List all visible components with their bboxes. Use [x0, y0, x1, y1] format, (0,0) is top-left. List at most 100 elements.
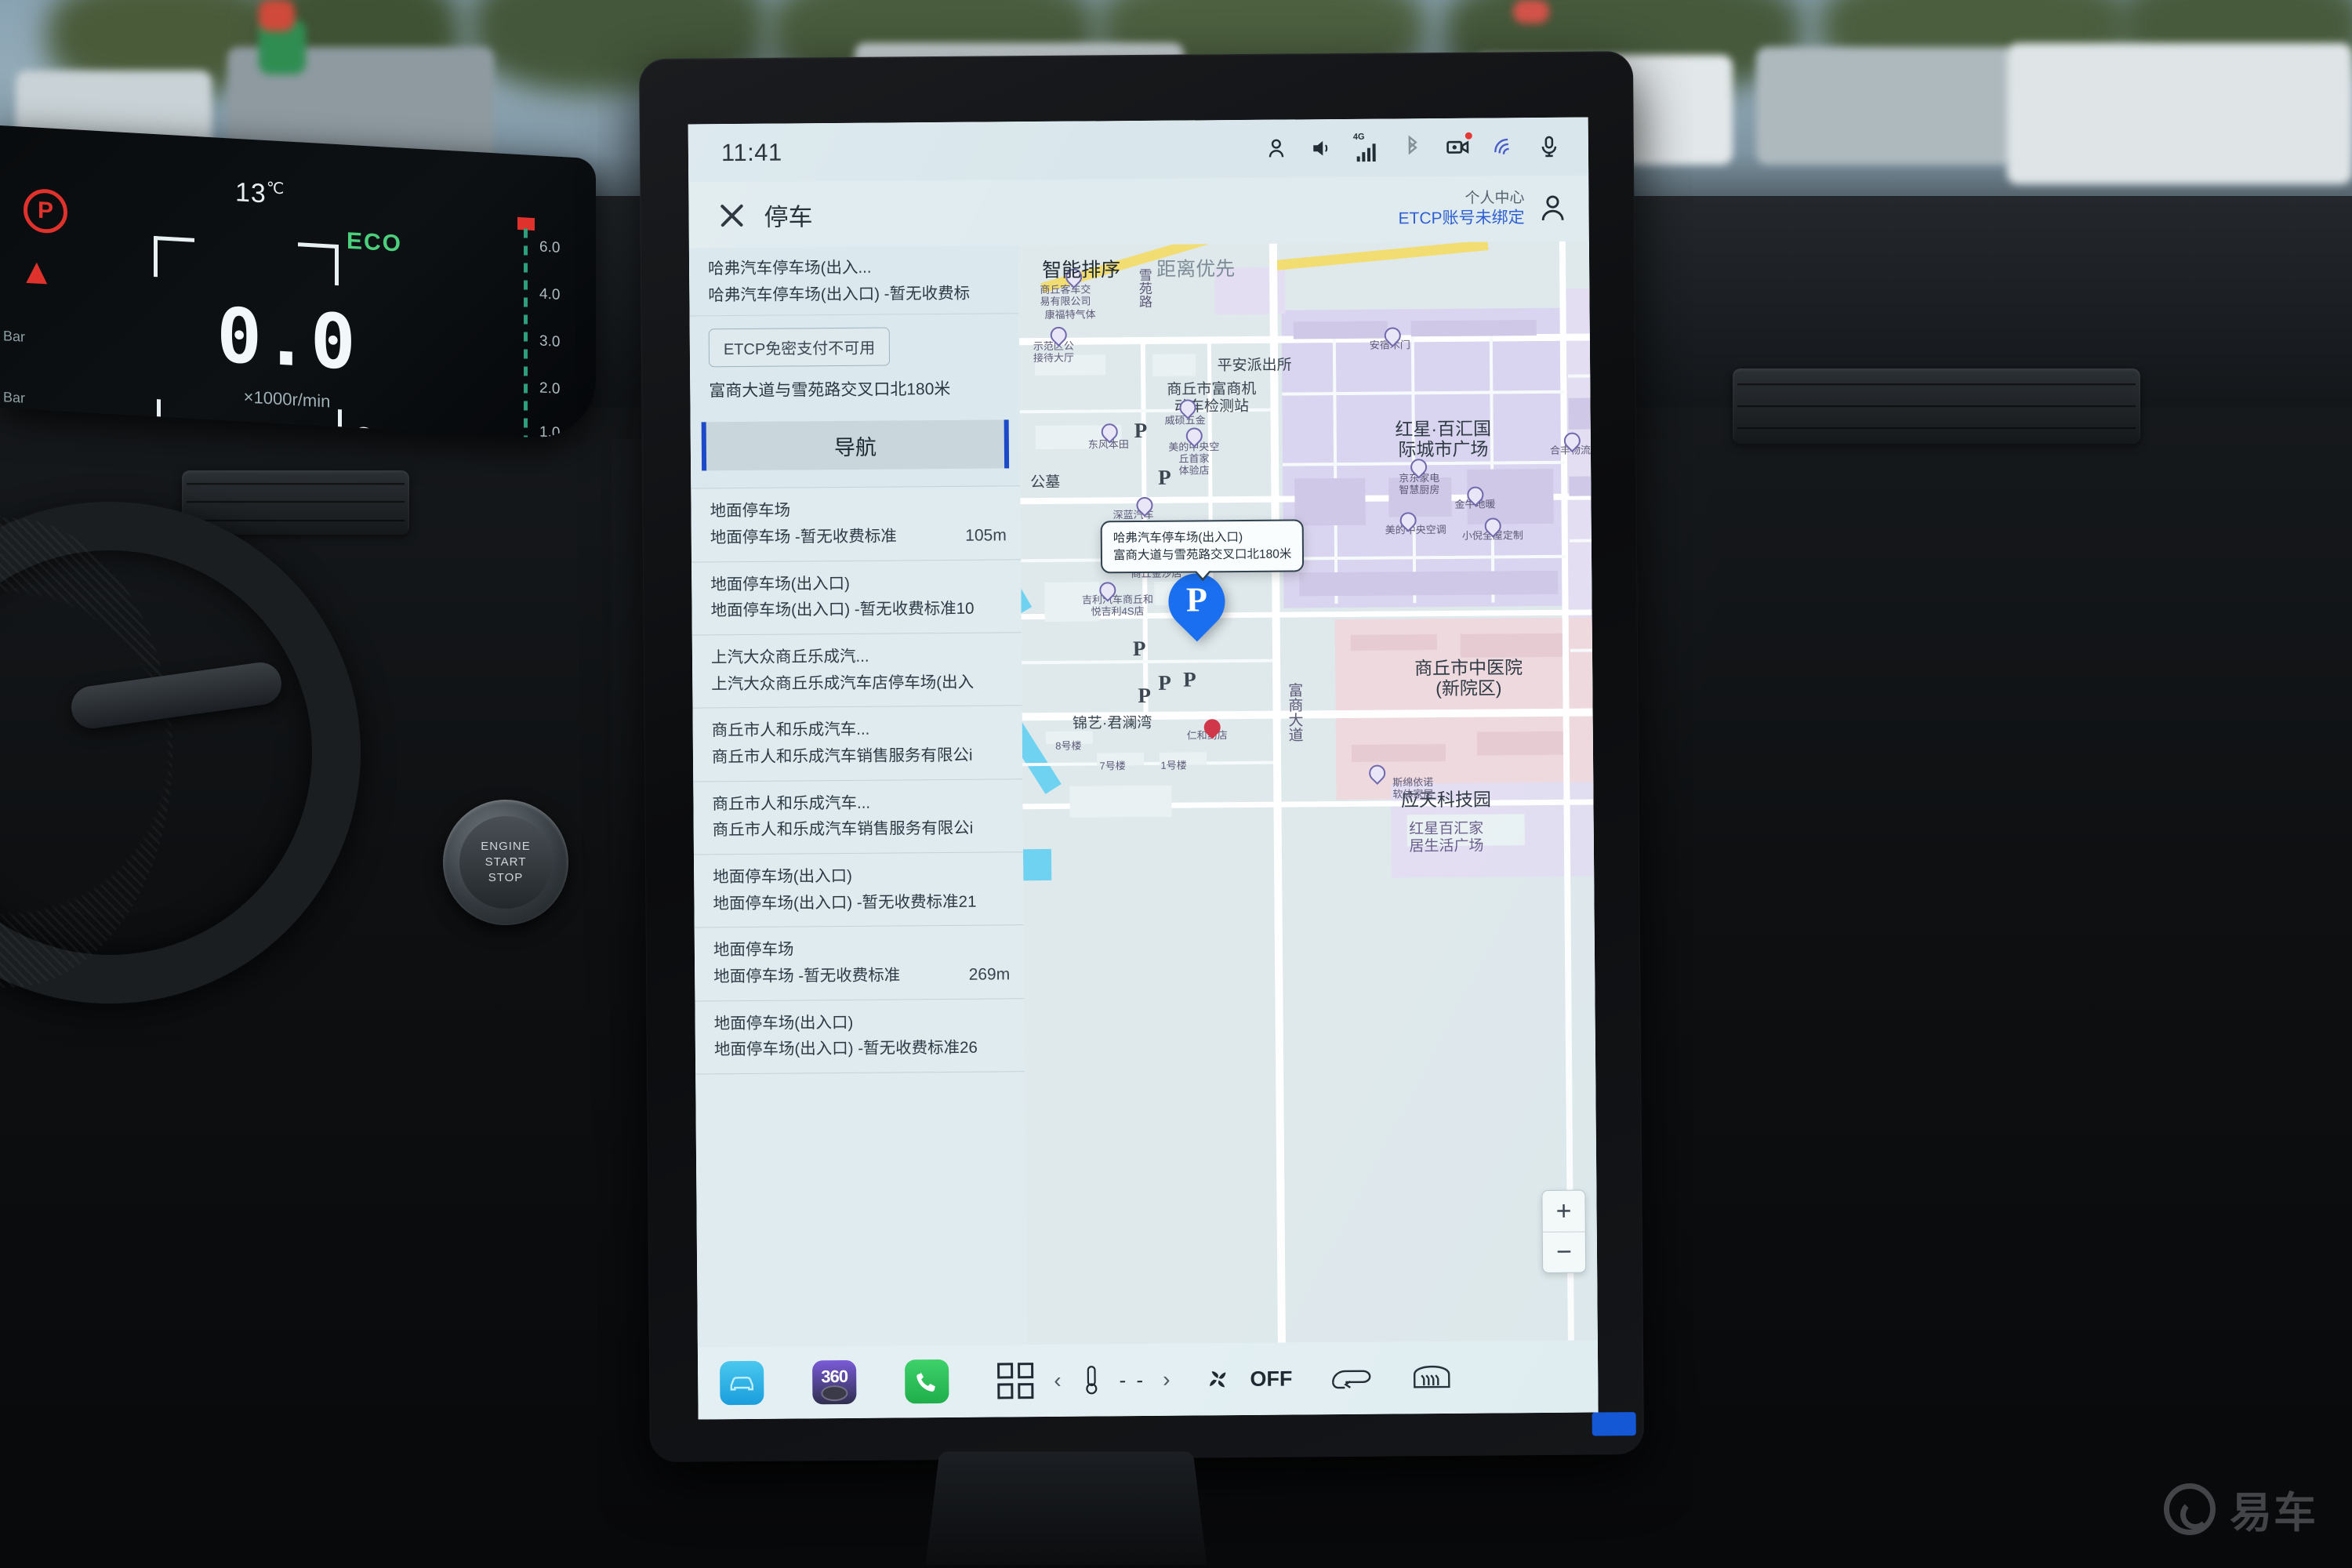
- selected-parking-card[interactable]: 哈弗汽车停车场(出入... 哈弗汽车停车场(出入口) -暂无收费标 ETCP免密…: [688, 245, 1021, 489]
- camera-lens-shape: [821, 1385, 848, 1402]
- volume-icon[interactable]: [1309, 136, 1334, 161]
- temperature-value[interactable]: - -: [1119, 1367, 1145, 1392]
- list-item-subtitle: 上汽大众商丘乐成汽车店停车场(出入: [711, 673, 975, 693]
- selected-parking-pin[interactable]: P: [1156, 561, 1237, 648]
- page-title: 停车: [764, 202, 813, 231]
- parking-list-panel[interactable]: 哈弗汽车停车场(出入... 哈弗汽车停车场(出入口) -暂无收费标 ETCP免密…: [688, 245, 1027, 1348]
- tab-distance-priority[interactable]: 距离优先: [1156, 253, 1235, 282]
- map-parking-marker[interactable]: P: [1138, 684, 1151, 708]
- apps-grid-icon[interactable]: [997, 1363, 1034, 1399]
- bluetooth-icon[interactable]: [1400, 135, 1425, 160]
- center-touchscreen[interactable]: 11:41 4G 停车 个人中心 ETCP账号未绑定 哈弗汽车停车场(出入...…: [688, 117, 1599, 1420]
- map-poi-pin-highlight[interactable]: [1204, 719, 1218, 736]
- map-label-hongxing-home: 红星百汇家 居生活广场: [1409, 820, 1484, 855]
- wifi-voice-icon[interactable]: [1491, 134, 1516, 159]
- list-item[interactable]: 地面停车场 地面停车场 -暂无收费标准 269m: [694, 925, 1025, 1001]
- map-label-geely-4s: 吉利汽车商丘和 悦吉利4S店: [1081, 593, 1153, 618]
- list-item[interactable]: 地面停车场(出入口) 地面停车场(出入口) -暂无收费标准21: [693, 852, 1024, 928]
- map-label-pingan-police: 平安派出所: [1217, 357, 1292, 375]
- map-parking-marker[interactable]: P: [1158, 671, 1171, 695]
- person-avatar-icon[interactable]: [1537, 193, 1568, 224]
- tach-tick-3: 3.0: [539, 332, 561, 350]
- map-poi-pin[interactable]: [1410, 459, 1424, 476]
- list-item-title: 商丘市人和乐成汽车...: [712, 793, 871, 813]
- watermark-text: 易车: [2230, 1490, 2318, 1537]
- app-body: 哈弗汽车停车场(出入... 哈弗汽车停车场(出入口) -暂无收费标 ETCP免密…: [688, 241, 1598, 1348]
- map-callout-bubble[interactable]: 哈弗汽车停车场(出入口) 富商大道与雪苑路交叉口北180米: [1100, 519, 1305, 574]
- map-poi-pin[interactable]: [1186, 427, 1200, 445]
- tire-pressure-unit-2: Bar: [3, 389, 26, 406]
- map-poi-pin[interactable]: [1564, 433, 1577, 450]
- air-recirculation-icon[interactable]: [1330, 1365, 1374, 1392]
- map-parking-marker[interactable]: P: [1134, 419, 1148, 443]
- screenshot-root: ENGINE START STOP P ▲ 13℃ 0.0 ×1000r/min…: [0, 0, 2352, 1568]
- map-poi-pin[interactable]: [1179, 399, 1192, 416]
- map-parking-marker[interactable]: P: [1183, 667, 1196, 691]
- list-item-subtitle: 商丘市人和乐成汽车销售服务有限公i: [712, 818, 974, 840]
- map-poi-pin[interactable]: [1099, 582, 1112, 599]
- list-item-subtitle: 地面停车场(出入口) -暂无收费标准21: [713, 892, 977, 913]
- map-label-fushang-avenue: 富商大道: [1286, 682, 1303, 742]
- tach-tick-4: 4.0: [539, 285, 561, 303]
- engine-label-line3: STOP: [488, 871, 524, 885]
- list-item-title: 地面停车场: [710, 501, 791, 521]
- engine-label-line2: START: [485, 855, 527, 869]
- selected-subtitle: 哈弗汽车停车场(出入口) -暂无收费标: [708, 284, 971, 304]
- camera-360-label: 360: [821, 1366, 848, 1387]
- close-icon[interactable]: [715, 198, 748, 231]
- selected-card-header: 哈弗汽车停车场(出入... 哈弗汽车停车场(出入口) -暂无收费标: [688, 245, 1019, 317]
- chevron-right-icon[interactable]: ›: [1163, 1367, 1171, 1392]
- rpm-unit-label: ×1000r/min: [243, 387, 331, 412]
- tach-scale: [524, 228, 528, 441]
- navigate-button[interactable]: 导航: [701, 419, 1010, 471]
- map-poi-pin[interactable]: [1102, 423, 1115, 441]
- list-item[interactable]: 地面停车场(出入口) 地面停车场(出入口) -暂无收费标准26: [695, 998, 1025, 1075]
- bezel-blue-marker: [1592, 1412, 1636, 1436]
- map-parking-marker[interactable]: P: [1158, 466, 1171, 490]
- map-poi-pin[interactable]: [1136, 497, 1149, 514]
- tire-pressure-unit-1: Bar: [3, 328, 26, 345]
- list-item[interactable]: 地面停车场(出入口) 地面停车场(出入口) -暂无收费标准10: [691, 559, 1022, 636]
- fan-icon[interactable]: [1203, 1364, 1232, 1394]
- map-label-hongxing-plaza: 红星·百汇国 际城市广场: [1395, 418, 1492, 460]
- climate-controls: - - › OFF: [1081, 1362, 1452, 1396]
- list-item-title: 地面停车场(出入口): [713, 1013, 854, 1033]
- map-label-building-7: 7号楼: [1099, 760, 1126, 772]
- list-item-title: 上汽大众商丘乐成汽...: [710, 647, 869, 667]
- zoom-in-button[interactable]: +: [1542, 1191, 1584, 1232]
- list-item[interactable]: 地面停车场 地面停车场 -暂无收费标准 105m: [691, 486, 1022, 563]
- map-view[interactable]: 智能排序 距离优先 红星·百汇国 际城市广场 商丘市中医院 (新院区) 应天科技园 …: [1018, 241, 1598, 1345]
- personal-center-label[interactable]: 个人中心: [1398, 189, 1524, 209]
- list-item-distance: 269m: [968, 964, 1011, 984]
- list-item-title: 地面停车场(出入口): [710, 574, 850, 593]
- display-mount: [925, 1451, 1207, 1566]
- map-poi-pin[interactable]: [1385, 327, 1398, 344]
- engine-start-stop-button[interactable]: ENGINE START STOP: [443, 800, 568, 925]
- rear-defrost-icon[interactable]: [1411, 1363, 1452, 1392]
- camera-360-icon[interactable]: 360: [812, 1359, 857, 1405]
- dashcam-icon[interactable]: [1446, 132, 1472, 160]
- list-item[interactable]: 商丘市人和乐成汽车... 商丘市人和乐成汽车销售服务有限公i: [692, 706, 1023, 782]
- map-zoom-controls[interactable]: + −: [1541, 1189, 1587, 1274]
- zoom-out-button[interactable]: −: [1542, 1231, 1586, 1272]
- microphone-icon[interactable]: [1537, 134, 1562, 159]
- list-item[interactable]: 上汽大众商丘乐成汽... 上汽大众商丘乐成汽车店停车场(出入: [691, 633, 1022, 709]
- recording-indicator: [1465, 132, 1472, 140]
- map-poi-pin[interactable]: [1051, 327, 1064, 344]
- list-item-subtitle: 商丘市人和乐成汽车销售服务有限公i: [711, 746, 973, 767]
- map-poi-pin[interactable]: [1467, 487, 1480, 504]
- fan-status-label[interactable]: OFF: [1250, 1367, 1292, 1391]
- map-parking-marker[interactable]: P: [1133, 637, 1146, 661]
- signal-4g-icon[interactable]: 4G: [1353, 132, 1380, 162]
- chevron-left-icon[interactable]: ‹: [1054, 1368, 1062, 1393]
- list-item[interactable]: 商丘市人和乐成汽车... 商丘市人和乐成汽车销售服务有限公i: [693, 779, 1023, 855]
- etcp-status-label[interactable]: ETCP账号未绑定: [1399, 208, 1525, 230]
- map-poi-pin[interactable]: [1400, 512, 1414, 529]
- car-app-icon[interactable]: [720, 1360, 764, 1406]
- tab-smart-sort[interactable]: 智能排序: [1042, 254, 1120, 283]
- map-poi-pin[interactable]: [1485, 517, 1498, 535]
- phone-icon[interactable]: [905, 1359, 949, 1404]
- map-poi-pin[interactable]: [1369, 765, 1382, 782]
- bottom-dock: 360 ‹ - - › OFF: [697, 1340, 1599, 1420]
- person-icon[interactable]: [1264, 136, 1289, 162]
